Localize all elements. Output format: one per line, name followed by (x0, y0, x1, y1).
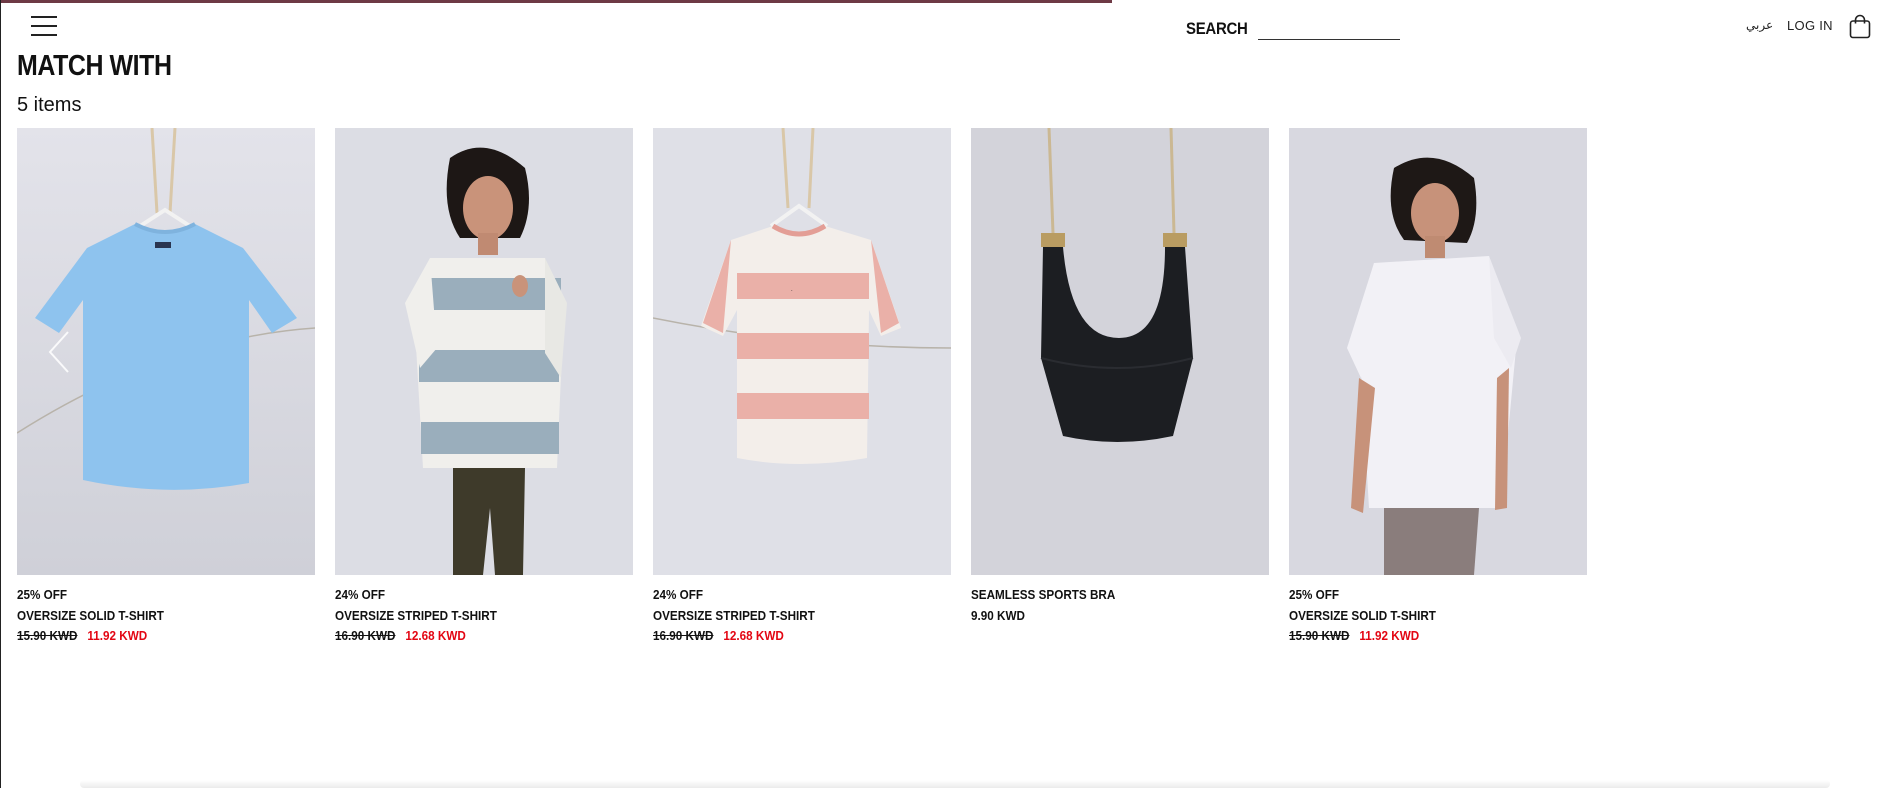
section-title: MATCH WITH (17, 50, 172, 82)
product-name[interactable]: SEAMLESS SPORTS BRA (971, 587, 1115, 602)
site-header: SEARCH عربي LOG IN (0, 0, 1904, 52)
product-price-row: 15.90 KWD 11.92 KWD (1289, 628, 1419, 643)
product-name[interactable]: OVERSIZE STRIPED T-SHIRT (653, 608, 815, 623)
product-price-row: 9.90 KWD (971, 608, 1025, 623)
product-image[interactable] (335, 128, 633, 575)
product-image[interactable] (1289, 128, 1587, 575)
product-name[interactable]: OVERSIZE SOLID T-SHIRT (1289, 608, 1436, 623)
footer-shadow (80, 780, 1830, 788)
product-old-price: 16.90 KWD (335, 628, 396, 643)
product-card[interactable]: SEAMLESS SPORTS BRA 9.90 KWD (971, 128, 1269, 623)
product-price: 9.90 KWD (971, 608, 1025, 623)
page-left-border (0, 0, 1, 788)
product-price-row: 16.90 KWD 12.68 KWD (335, 628, 466, 643)
product-discount: 25% OFF (17, 587, 68, 602)
product-old-price: 15.90 KWD (17, 628, 78, 643)
product-discount: 24% OFF (653, 587, 704, 602)
product-name[interactable]: OVERSIZE STRIPED T-SHIRT (335, 608, 497, 623)
product-price-row: 15.90 KWD 11.92 KWD (17, 628, 147, 643)
product-carousel: 25% OFF OVERSIZE SOLID T-SHIRT 15.90 KWD… (17, 128, 1587, 668)
login-link[interactable]: LOG IN (1787, 18, 1833, 33)
shopping-bag-icon[interactable] (1849, 14, 1871, 39)
product-name[interactable]: OVERSIZE SOLID T-SHIRT (17, 608, 164, 623)
items-count: 5 items (17, 94, 82, 116)
product-discount: 25% OFF (1289, 587, 1340, 602)
product-old-price: 16.90 KWD (653, 628, 714, 643)
product-discount: 24% OFF (335, 587, 386, 602)
product-sale-price: 12.68 KWD (405, 628, 466, 643)
product-image[interactable]: . (653, 128, 951, 575)
product-image[interactable] (971, 128, 1269, 575)
hamburger-icon[interactable] (31, 15, 57, 37)
product-card[interactable]: 25% OFF OVERSIZE SOLID T-SHIRT 15.90 KWD… (1289, 128, 1587, 643)
product-card[interactable]: 24% OFF OVERSIZE STRIPED T-SHIRT 16.90 K… (335, 128, 633, 643)
product-old-price: 15.90 KWD (1289, 628, 1350, 643)
chevron-left-icon[interactable] (47, 330, 71, 374)
search-input[interactable] (1258, 20, 1400, 40)
search-label: SEARCH (1186, 19, 1248, 38)
product-price-row: 16.90 KWD 12.68 KWD (653, 628, 784, 643)
product-card[interactable]: . 24% OFF OVERSIZE STRIPED T-SHIRT 16.90… (653, 128, 951, 643)
language-toggle-link[interactable]: عربي (1746, 18, 1773, 32)
product-sale-price: 11.92 KWD (1359, 628, 1420, 643)
product-sale-price: 11.92 KWD (87, 628, 148, 643)
product-sale-price: 12.68 KWD (723, 628, 784, 643)
